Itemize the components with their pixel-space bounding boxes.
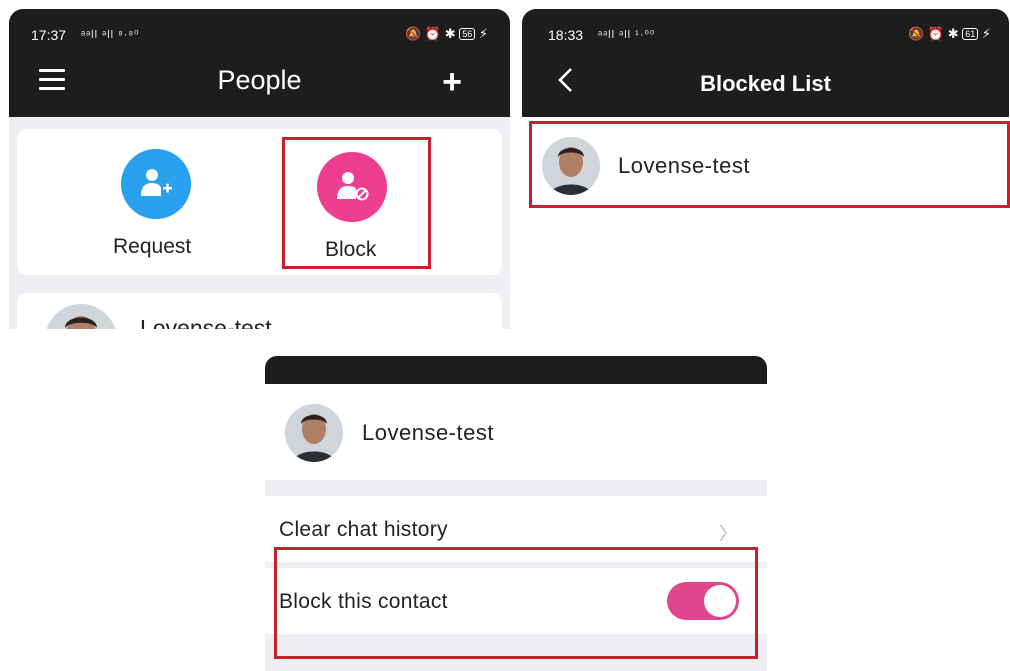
block-button[interactable] (317, 152, 387, 222)
blocked-contact-name: Lovense-test (618, 153, 750, 178)
page-title: Blocked List (700, 71, 831, 96)
people-actions-card (17, 129, 502, 275)
battery-icon: 56 (459, 28, 476, 40)
block-contact-label: Block this contact (279, 590, 448, 613)
add-icon[interactable]: + (442, 65, 462, 99)
status-icons: 🔕 ⏰ ✱ 61 ⚡ (908, 26, 991, 41)
request-label: Request (113, 235, 192, 258)
chevron-right-icon: 〉 (719, 524, 737, 544)
people-header: 17:37 ᵃᵃll ᵃll ⁸·⁸⁰ 🔕 ⏰ ✱ 56 ⚡ People + (9, 9, 510, 117)
block-person-icon (337, 172, 369, 201)
request-button[interactable] (121, 149, 191, 219)
clear-chat-history-label: Clear chat history (279, 518, 448, 541)
status-icons: 🔕 ⏰ ✱ 56 ⚡ (405, 26, 488, 41)
blocked-list-header: 18:33 ᵃᵃll ᵃll ¹·⁰⁰ 🔕 ⏰ ✱ 61 ⚡ Blocked L… (522, 9, 1009, 117)
battery-icon: 61 (962, 28, 979, 40)
block-contact-toggle[interactable] (667, 582, 739, 620)
contact-name: Lovense-test (362, 420, 494, 445)
toggle-knob (704, 585, 736, 617)
status-bar: 17:37 ᵃᵃll ᵃll ⁸·⁸⁰ 🔕 ⏰ ✱ 56 ⚡ (31, 26, 488, 47)
avatar (285, 404, 343, 462)
contact-name: Lovense-test (140, 315, 272, 329)
signal-icon: ᵃᵃll ᵃll ⁸·⁸⁰ (81, 29, 140, 41)
avatar (542, 137, 600, 195)
status-bar: 18:33 ᵃᵃll ᵃll ¹·⁰⁰ 🔕 ⏰ ✱ 61 ⚡ (548, 26, 991, 47)
status-time: 17:37 (31, 27, 67, 43)
block-label: Block (325, 238, 377, 261)
page-title: People (217, 65, 302, 95)
status-time: 18:33 (548, 27, 584, 43)
add-person-icon (141, 169, 172, 196)
contact-settings-screen: Lovense-test Clear chat history 〉 Block … (265, 356, 767, 671)
block-contact-row: Block this contact (265, 568, 767, 634)
status-glyphs: 🔕 ⏰ ✱ (405, 26, 456, 41)
status-glyphs: 🔕 ⏰ ✱ (908, 26, 959, 41)
people-screen: 17:37 ᵃᵃll ᵃll ⁸·⁸⁰ 🔕 ⏰ ✱ 56 ⚡ People + … (9, 9, 510, 329)
signal-icon: ᵃᵃll ᵃll ¹·⁰⁰ (598, 29, 656, 41)
contact-settings-header (265, 356, 767, 384)
clear-chat-history-row[interactable]: Clear chat history 〉 (265, 496, 767, 562)
